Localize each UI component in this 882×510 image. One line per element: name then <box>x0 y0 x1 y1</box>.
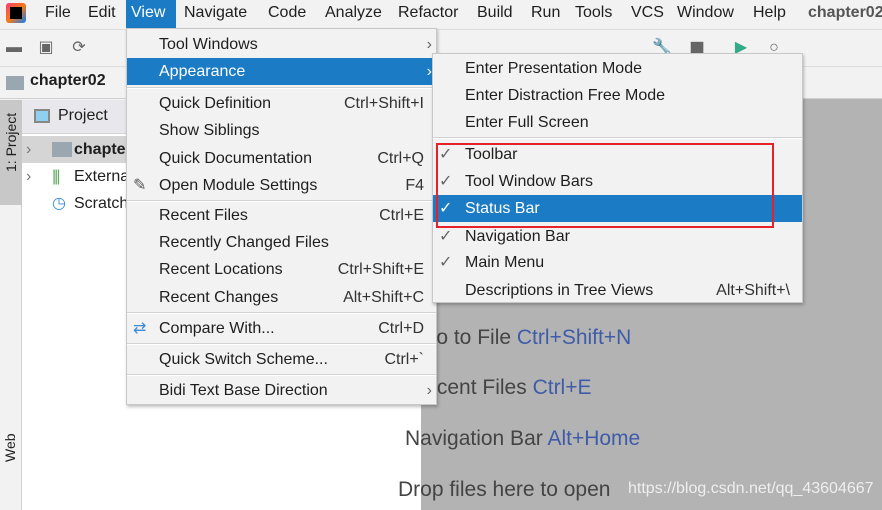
save-icon[interactable]: ▣ <box>37 39 55 57</box>
menu-run[interactable]: Run <box>526 0 565 28</box>
compare-icon: ⇄ <box>133 320 147 337</box>
menu-refactor[interactable]: Refactor <box>393 0 463 28</box>
module-folder-icon <box>6 76 24 90</box>
menu-item-bidi-text-direction[interactable]: Bidi Text Base Direction › <box>127 377 436 404</box>
window-title: chapter02 <box>808 4 882 21</box>
project-view-icon <box>34 109 50 123</box>
menu-item-recent-changes[interactable]: Recent Changes Alt+Shift+C <box>127 284 436 311</box>
editor-hint: Navigation Bar Alt+Home <box>405 427 641 450</box>
nav-project[interactable]: chapter02 <box>30 72 106 90</box>
editor-hint: Drop files here to open <box>398 478 611 501</box>
menu-item-appearance[interactable]: Appearance › <box>127 58 436 85</box>
watermark: https://blog.csdn.net/qq_43604667 <box>628 480 874 497</box>
menu-item-presentation-mode[interactable]: Enter Presentation Mode <box>433 55 802 82</box>
menu-item-tool-windows[interactable]: Tool Windows › <box>127 31 436 58</box>
menu-item-show-siblings[interactable]: Show Siblings <box>127 117 436 144</box>
menu-vcs[interactable]: VCS <box>626 0 669 28</box>
sync-icon[interactable]: ⟳ <box>70 39 88 57</box>
menu-item-main-menu[interactable]: ✓ Main Menu <box>433 249 802 276</box>
chevron-right-icon: › <box>426 382 432 399</box>
menu-navigate[interactable]: Navigate <box>179 0 252 28</box>
menu-code[interactable]: Code <box>263 0 311 28</box>
menu-item-quick-documentation[interactable]: Quick Documentation Ctrl+Q <box>127 145 436 172</box>
menu-file[interactable]: File <box>40 0 76 28</box>
view-menu: Tool Windows › Appearance › Quick Definiti… <box>126 28 437 405</box>
check-icon: ✓ <box>439 254 453 271</box>
menu-item-compare-with[interactable]: ⇄ Compare With... Ctrl+D <box>127 315 436 342</box>
pencil-icon: ✎ <box>133 177 147 194</box>
menu-window[interactable]: Window <box>672 0 739 28</box>
menu-item-recently-changed-files[interactable]: Recently Changed Files <box>127 229 436 256</box>
menu-item-distraction-free-mode[interactable]: Enter Distraction Free Mode <box>433 82 802 109</box>
editor-hint: Go to File Ctrl+Shift+N <box>420 326 632 349</box>
open-folder-icon[interactable]: ▬ <box>5 39 23 57</box>
menu-item-open-module-settings[interactable]: ✎ Open Module Settings F4 <box>127 172 436 199</box>
menu-item-recent-locations[interactable]: Recent Locations Ctrl+Shift+E <box>127 256 436 283</box>
menu-bar: File Edit View Navigate Code Analyze Ref… <box>0 0 882 28</box>
editor-hint: Recent Files Ctrl+E <box>410 376 592 399</box>
menu-build[interactable]: Build <box>472 0 518 28</box>
annotation-highlight-box <box>436 143 774 228</box>
menu-edit[interactable]: Edit <box>83 0 121 28</box>
menu-help[interactable]: Help <box>748 0 791 28</box>
menu-item-recent-files[interactable]: Recent Files Ctrl+E <box>127 202 436 229</box>
project-tool-tab[interactable]: 1: Project <box>0 100 22 205</box>
web-tool-tab[interactable]: Web <box>2 433 18 462</box>
menu-analyze[interactable]: Analyze <box>320 0 387 28</box>
menu-item-tree-descriptions[interactable]: Descriptions in Tree Views Alt+Shift+\ <box>433 277 802 304</box>
project-tab-label: 1: Project <box>3 112 19 172</box>
menu-tools[interactable]: Tools <box>570 0 617 28</box>
intellij-logo-icon <box>6 3 26 23</box>
menu-item-full-screen[interactable]: Enter Full Screen <box>433 109 802 136</box>
menu-item-quick-definition[interactable]: Quick Definition Ctrl+Shift+I <box>127 90 436 117</box>
project-view-selector[interactable]: Project <box>58 107 108 125</box>
menu-view[interactable]: View <box>126 0 176 28</box>
menu-item-quick-switch-scheme[interactable]: Quick Switch Scheme... Ctrl+` <box>127 346 436 373</box>
